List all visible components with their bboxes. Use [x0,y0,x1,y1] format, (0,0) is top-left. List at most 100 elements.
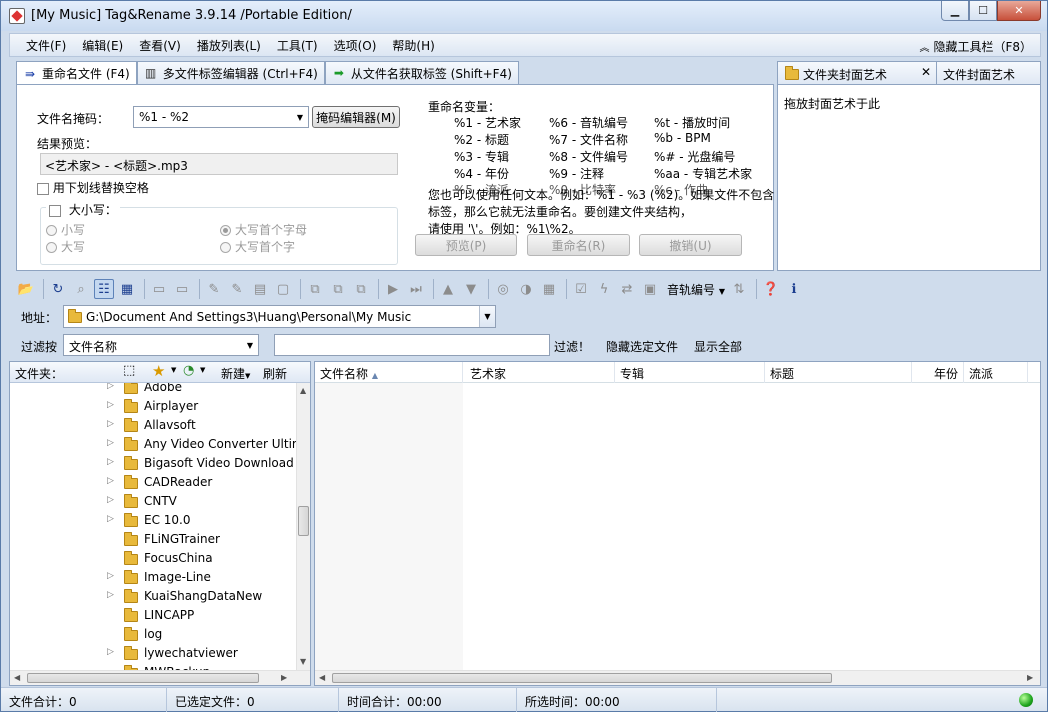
column-album[interactable]: 专辑 [615,362,765,383]
scroll-down-arrow-icon[interactable]: ▼ [300,657,306,666]
folder-tree-item[interactable]: ▷ KuaiShangDataNew [10,587,296,606]
expand-arrow-icon[interactable]: ▷ [107,383,114,391]
tree-view-icon[interactable]: ☷ [94,279,114,299]
show-all-button[interactable]: 显示全部 [694,338,742,355]
title-bar[interactable]: [My Music] Tag&Rename 3.9.14 /Portable E… [1,1,1047,31]
export-icon[interactable]: ▣ [640,279,660,299]
expand-arrow-icon[interactable]: ▷ [107,571,114,581]
mask-editor-button[interactable]: 掩码编辑器(M) [312,106,400,128]
copy-icon[interactable]: ⧉ [305,279,325,299]
case-capitalize-words-option[interactable]: 大写首个字 [220,238,295,255]
hide-selected-button[interactable]: 隐藏选定文件 [606,338,678,355]
expand-arrow-icon[interactable]: ▷ [107,476,114,486]
dropdown-arrow-icon[interactable]: ▼ [171,366,176,374]
dropdown-arrow-icon[interactable]: ▼ [294,110,306,124]
history-icon[interactable]: ◔ [183,363,194,378]
document-edit-icon[interactable]: ▤ [250,279,270,299]
cd-icon[interactable]: ◎ [493,279,513,299]
folder-vertical-scrollbar[interactable]: ▲ ▼ [296,383,310,670]
flash-icon[interactable]: ϟ [594,279,614,299]
tab-multi-tag-editor[interactable]: ▥ 多文件标签编辑器 (Ctrl+F4) [136,61,325,84]
menu-view[interactable]: 查看(V) [131,37,189,54]
menu-edit[interactable]: 编辑(E) [74,37,131,54]
web-lookup-icon[interactable]: ◑ [516,279,536,299]
folder-tree-item[interactable]: LINCAPP [10,606,296,625]
lowercase-radio[interactable] [46,225,57,236]
scroll-up-arrow-icon[interactable]: ▲ [300,386,306,395]
expand-arrow-icon[interactable]: ▷ [107,457,114,467]
scrollbar-thumb[interactable] [298,506,309,536]
expand-arrow-icon[interactable]: ▷ [107,419,114,429]
folder-tree-item[interactable]: ▷ Bigasoft Video Download [10,454,296,473]
cover-drop-hint[interactable]: 拖放封面艺术于此 [784,95,880,112]
expand-arrow-icon[interactable]: ▷ [107,647,114,657]
menu-options[interactable]: 选项(O) [326,37,385,54]
tab-tags-from-filename[interactable]: ➡ 从文件名获取标签 (Shift+F4) [324,61,519,84]
sort-icon[interactable]: ⇅ [729,279,749,299]
folder-tree-item[interactable]: ▷ CADReader [10,473,296,492]
case-lowercase-option[interactable]: 小写 [46,221,85,238]
dropdown-arrow-icon[interactable]: ▼ [200,366,205,374]
refresh-icon[interactable]: ↻ [48,279,68,299]
edit-pen-icon[interactable]: ✎ [204,279,224,299]
scrollbar-thumb[interactable] [27,673,259,683]
close-button[interactable]: ✕ [997,1,1041,21]
folder-tree-item[interactable]: log [10,625,296,644]
case-capitalize-first-option[interactable]: 大写首个字母 [220,221,307,238]
folder-tree-item[interactable]: ▷ Adobe [10,383,296,397]
tag-check-icon[interactable]: ☑ [571,279,591,299]
hide-toolbar-button[interactable]: ︽ 隐藏工具栏（F8） [919,38,1032,55]
scroll-right-arrow-icon[interactable]: ▶ [281,673,287,682]
grid-view-icon[interactable]: ▦ [117,279,137,299]
case-checkbox[interactable] [49,204,61,217]
play-next-icon[interactable]: ⏭ [406,279,426,299]
underscore-checkbox[interactable] [37,182,49,195]
expand-arrow-icon[interactable]: ▷ [107,590,114,600]
folder-up-icon[interactable]: ⬚ [123,363,135,378]
folder-up-icon[interactable]: ▭ [172,279,192,299]
expand-arrow-icon[interactable]: ▷ [107,514,114,524]
folder-tree-item[interactable]: MWBackup [10,663,296,670]
preview-button[interactable]: 预览(P) [415,234,517,256]
capitalize-first-radio[interactable] [220,225,231,236]
folder-tree-item[interactable]: ▷ lywechatviewer [10,644,296,663]
undo-button[interactable]: 撤销(U) [639,234,742,256]
column-artist[interactable]: 艺术家 [465,362,615,383]
folder-horizontal-scrollbar[interactable]: ◀ ▶ [10,670,310,685]
folder-back-icon[interactable]: ▭ [149,279,169,299]
expand-arrow-icon[interactable]: ▷ [107,495,114,505]
expand-arrow-icon[interactable]: ▷ [107,400,114,410]
database-icon[interactable]: ▦ [539,279,559,299]
convert-icon[interactable]: ⇄ [617,279,637,299]
refresh-button[interactable]: 刷新 [263,365,287,382]
folder-cover-tab[interactable]: 文件夹封面艺术 [803,66,887,83]
filter-apply-button[interactable]: 过滤！ [554,338,590,355]
play-icon[interactable]: ▶ [383,279,403,299]
track-number-dropdown[interactable]: 音轨编号 ▼ [667,281,725,298]
edit-pen-alt-icon[interactable]: ✎ [227,279,247,299]
help-icon[interactable]: ❓ [761,279,781,299]
move-up-icon[interactable]: ▲ [438,279,458,299]
address-combobox[interactable]: G:\Document And Settings3\Huang\Personal… [63,305,496,328]
folder-tree-item[interactable]: FLiNGTrainer [10,530,296,549]
rename-button[interactable]: 重命名(R) [527,234,630,256]
tab-rename-files[interactable]: ⇛ 重命名文件 (F4) [16,61,137,85]
case-uppercase-option[interactable]: 大写 [46,238,85,255]
filter-field-combobox[interactable]: 文件名称 ▼ [63,334,259,356]
dropdown-arrow-icon[interactable]: ▼ [244,338,256,352]
folder-tree-item[interactable]: ▷ Airplayer [10,397,296,416]
file-cover-tab[interactable]: 文件封面艺术 [943,66,1015,83]
scroll-right-arrow-icon[interactable]: ▶ [1027,673,1033,682]
menu-playlist[interactable]: 播放列表(L) [189,37,269,54]
clipboard-icon[interactable]: ▢ [273,279,293,299]
close-icon[interactable]: ✕ [921,65,931,79]
folder-tree-item[interactable]: ▷ Image-Line [10,568,296,587]
scroll-left-arrow-icon[interactable]: ◀ [14,673,20,682]
minimize-button[interactable]: ▁ [941,1,969,21]
app-icon[interactable] [9,8,25,24]
menu-file[interactable]: 文件(F) [18,37,74,54]
filter-input[interactable] [274,334,550,356]
folder-tree-item[interactable]: ▷ Any Video Converter Ultim [10,435,296,454]
paste-icon[interactable]: ⧉ [328,279,348,299]
dropdown-arrow-icon[interactable]: ▼ [479,306,495,327]
